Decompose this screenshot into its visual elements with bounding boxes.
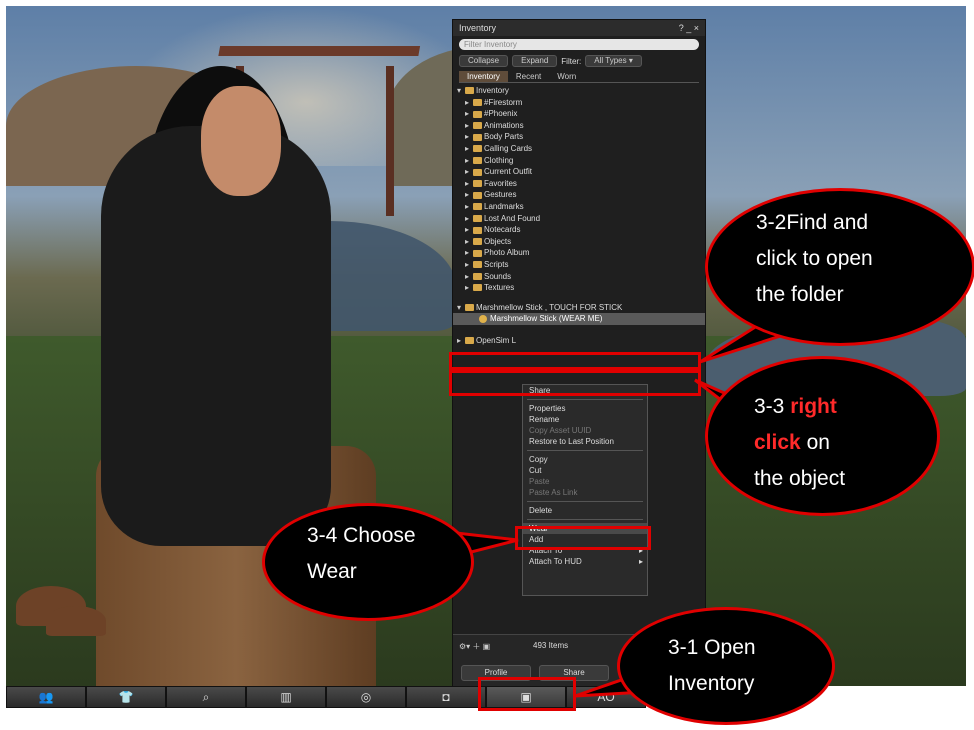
callout-emphasis: right (790, 395, 837, 418)
callout-line: click on (754, 425, 845, 461)
callout-line: 3-2Find and (756, 211, 869, 234)
callout-line: Wear (307, 560, 357, 583)
callout-right-click: 3-3 right click on the object (705, 356, 940, 516)
callout-line: the object (754, 467, 846, 490)
callout-line: click to open (756, 247, 873, 270)
callout-open-inventory: 3-1 Open Inventory (617, 607, 835, 725)
callout-text: on (806, 431, 830, 454)
callout-emphasis: click (754, 431, 801, 454)
callout-line: 3-3 right (754, 389, 845, 425)
callout-find-folder: 3-2Find and click to open the folder (705, 188, 974, 346)
callout-line: the folder (756, 283, 844, 306)
callout-line: 3-1 Open (668, 636, 756, 659)
callout-choose-wear: 3-4 Choose Wear (262, 503, 474, 621)
callout-line: 3-4 Choose (307, 524, 416, 547)
callout-step: 3-3 (754, 395, 785, 418)
callout-line: Inventory (668, 672, 755, 695)
